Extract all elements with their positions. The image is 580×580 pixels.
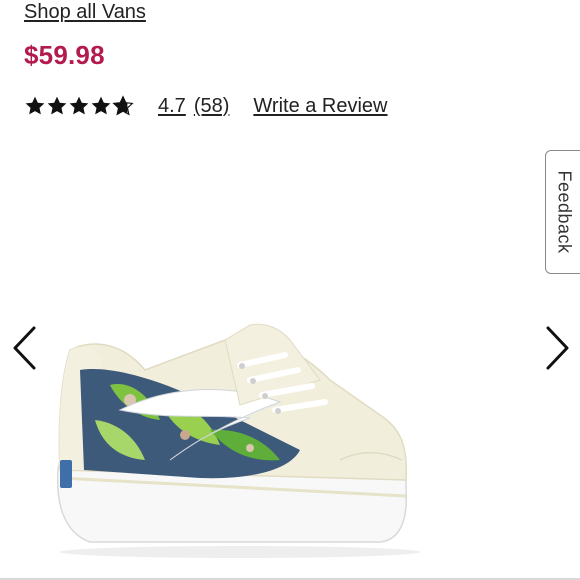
- star-rating: [24, 95, 136, 117]
- product-detail-page: Shop all Vans $59.98 4.7 (58) Write a Re…: [0, 0, 580, 580]
- write-review-link[interactable]: Write a Review: [253, 95, 387, 118]
- next-image-button[interactable]: [542, 325, 572, 371]
- feedback-label: Feedback: [554, 170, 574, 254]
- partial-star-icon: [112, 95, 134, 116]
- star-icon: [25, 96, 45, 115]
- previous-image-button[interactable]: [10, 325, 40, 371]
- feedback-tab[interactable]: Feedback: [545, 150, 580, 274]
- rating-row: 4.7 (58) Write a Review: [24, 92, 388, 120]
- chevron-right-icon: [546, 326, 569, 370]
- star-icon: [47, 96, 67, 115]
- review-count-link[interactable]: (58): [194, 95, 230, 118]
- star-icon: [69, 96, 89, 115]
- shop-all-brand-link[interactable]: Shop all Vans: [24, 0, 146, 24]
- product-price: $59.98: [24, 40, 105, 70]
- rating-value-link[interactable]: 4.7: [158, 95, 186, 118]
- sneaker-image: [56, 323, 420, 558]
- chevron-left-icon: [13, 326, 36, 370]
- star-icon: [91, 96, 111, 115]
